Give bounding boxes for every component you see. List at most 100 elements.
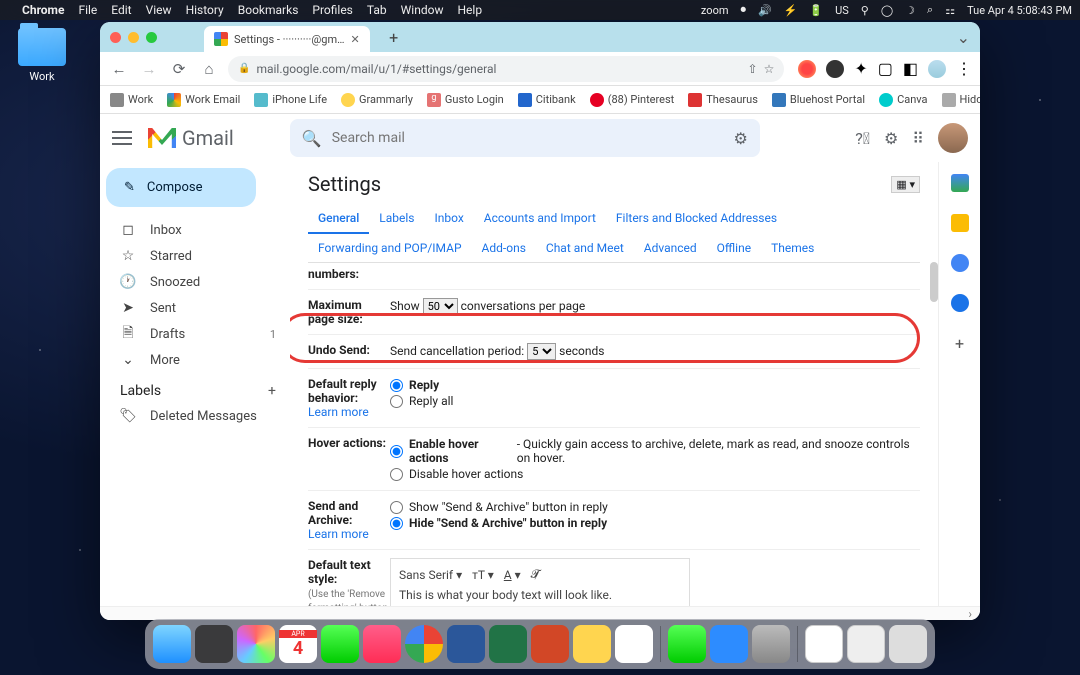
bookmark-item[interactable]: Grammarly xyxy=(341,93,413,107)
sidebar-label-item[interactable]: 🏷Deleted Messages xyxy=(106,403,290,429)
scrollbar[interactable] xyxy=(930,262,938,302)
apps-grid-icon[interactable]: ⠿ xyxy=(912,129,924,148)
tab-close-icon[interactable]: ✕ xyxy=(350,33,359,46)
clock[interactable]: Tue Apr 4 5:08:43 PM xyxy=(967,4,1072,17)
reply-all-radio[interactable] xyxy=(390,395,403,408)
address-bar[interactable]: 🔒 mail.google.com/mail/u/1/#settings/gen… xyxy=(228,56,784,82)
add-panel-icon[interactable]: + xyxy=(955,334,964,353)
font-select[interactable]: Sans Serif ▾ xyxy=(399,568,462,582)
screen-record-icon[interactable]: ⏺ xyxy=(741,3,747,17)
zoom-status[interactable]: zoom xyxy=(701,4,729,17)
bookmark-item[interactable]: Hidden Gems xyxy=(942,93,980,107)
dock-finder[interactable] xyxy=(153,625,191,663)
back-button[interactable]: ← xyxy=(108,58,130,80)
compose-button[interactable]: ✎ Compose xyxy=(106,168,256,207)
tasks-icon[interactable] xyxy=(951,254,969,272)
menu-help[interactable]: Help xyxy=(457,3,482,17)
forward-button[interactable]: → xyxy=(138,58,160,80)
sidebar-item-snoozed[interactable]: 🕐Snoozed xyxy=(106,269,290,295)
learn-more-link[interactable]: Learn more xyxy=(308,405,369,419)
dock-notes[interactable] xyxy=(573,625,611,663)
bookmark-item[interactable]: Thesaurus xyxy=(688,93,758,107)
spotlight-icon[interactable]: ⌕ xyxy=(927,3,933,17)
dock-settings[interactable] xyxy=(195,625,233,663)
page-size-select[interactable]: 50 xyxy=(423,298,458,315)
input-tools-button[interactable]: ▦ ▾ xyxy=(891,176,920,193)
dock-app[interactable] xyxy=(847,625,885,663)
hover-enable-radio[interactable] xyxy=(390,445,403,458)
chevron-right-icon[interactable]: › xyxy=(968,607,972,621)
tab-settings-item[interactable]: Offline xyxy=(707,234,761,262)
window-close[interactable] xyxy=(110,32,121,43)
extension-icon[interactable] xyxy=(798,60,816,78)
bookmark-item[interactable]: gGusto Login xyxy=(427,93,504,107)
dock-calendar[interactable]: APR4 xyxy=(279,625,317,663)
tab-settings-item[interactable]: Chat and Meet xyxy=(536,234,634,262)
calendar-icon[interactable] xyxy=(951,174,969,192)
battery-icon[interactable]: 🔋 xyxy=(809,4,823,17)
tab-inbox[interactable]: Inbox xyxy=(424,204,473,234)
cast-icon[interactable]: ▢ xyxy=(878,59,893,78)
menu-history[interactable]: History xyxy=(186,3,224,17)
contacts-icon[interactable] xyxy=(951,294,969,312)
new-tab-button[interactable]: + xyxy=(383,26,405,48)
tab-settings-item[interactable]: Themes xyxy=(761,234,824,262)
extensions-menu-icon[interactable]: ✦ xyxy=(854,59,867,78)
sidebar-item-more[interactable]: ⌄More xyxy=(106,347,290,373)
dock-app[interactable] xyxy=(805,625,843,663)
tab-settings-item[interactable]: Add-ons xyxy=(472,234,536,262)
browser-tab[interactable]: Settings - ··········@gm… ✕ xyxy=(204,26,370,52)
dock-powerpoint[interactable] xyxy=(531,625,569,663)
input-source[interactable]: US xyxy=(835,4,849,17)
window-maximize[interactable] xyxy=(146,32,157,43)
moon-icon[interactable]: ☽ xyxy=(905,4,915,17)
bookmark-item[interactable]: Work xyxy=(110,93,153,107)
wifi-icon[interactable]: ⚲ xyxy=(861,4,869,17)
sidebar-item-inbox[interactable]: ◻Inbox xyxy=(106,217,290,243)
extension-icon[interactable] xyxy=(826,60,844,78)
undo-send-select[interactable]: 5 xyxy=(527,343,556,360)
tab-settings-item[interactable]: Accounts and Import xyxy=(474,204,606,234)
dock-preview[interactable] xyxy=(752,625,790,663)
dock-facetime[interactable] xyxy=(668,625,706,663)
learn-more-link[interactable]: Learn more xyxy=(308,527,369,541)
dock-music[interactable] xyxy=(363,625,401,663)
bookmark-item[interactable]: Citibank xyxy=(518,93,576,107)
volume-icon[interactable]: 🔊 xyxy=(758,4,772,17)
dock-word[interactable] xyxy=(447,625,485,663)
dock-chrome[interactable] xyxy=(405,625,443,663)
support-icon[interactable]: ?⃝ xyxy=(855,129,870,148)
share-icon[interactable]: ⇧ xyxy=(748,62,758,76)
dock-zoom[interactable] xyxy=(710,625,748,663)
app-menu[interactable]: Chrome xyxy=(22,3,64,17)
hover-disable-radio[interactable] xyxy=(390,468,403,481)
window-titlebar[interactable]: Settings - ··········@gm… ✕ + ⌄ xyxy=(100,22,980,52)
settings-gear-icon[interactable]: ⚙ xyxy=(884,129,898,148)
bookmark-item[interactable]: Bluehost Portal xyxy=(772,93,865,107)
tab-general[interactable]: General xyxy=(308,204,369,234)
chrome-menu-icon[interactable]: ⋮ xyxy=(956,59,972,78)
search-options-icon[interactable]: ⚙ xyxy=(733,129,747,148)
gmail-logo[interactable]: Gmail xyxy=(148,126,234,150)
sidebar-item-drafts[interactable]: 🗎Drafts1 xyxy=(106,321,290,347)
dock-excel[interactable] xyxy=(489,625,527,663)
menu-file[interactable]: File xyxy=(78,3,97,17)
menu-bookmarks[interactable]: Bookmarks xyxy=(238,3,299,17)
bookmark-item[interactable]: Work Email xyxy=(167,93,240,107)
sidebar-item-starred[interactable]: ☆Starred xyxy=(106,243,290,269)
search-box[interactable]: 🔍 ⚙ xyxy=(290,119,760,157)
remove-format-icon[interactable]: 𝓣̷ xyxy=(531,567,540,582)
reply-radio[interactable] xyxy=(390,379,403,392)
dock-trash[interactable] xyxy=(889,625,927,663)
user-icon[interactable]: ◯ xyxy=(881,4,893,17)
archive-hide-radio[interactable] xyxy=(390,517,403,530)
bookmark-star-icon[interactable]: ☆ xyxy=(764,62,775,76)
desktop-folder-work[interactable]: Work xyxy=(12,28,72,83)
bookmark-item[interactable]: Canva xyxy=(879,93,927,107)
search-input[interactable] xyxy=(332,130,724,146)
menu-tab[interactable]: Tab xyxy=(367,3,387,17)
bookmark-item[interactable]: (88) Pinterest xyxy=(590,93,675,107)
tabs-dropdown-icon[interactable]: ⌄ xyxy=(957,28,970,47)
keep-icon[interactable] xyxy=(951,214,969,232)
menu-profiles[interactable]: Profiles xyxy=(312,3,353,17)
